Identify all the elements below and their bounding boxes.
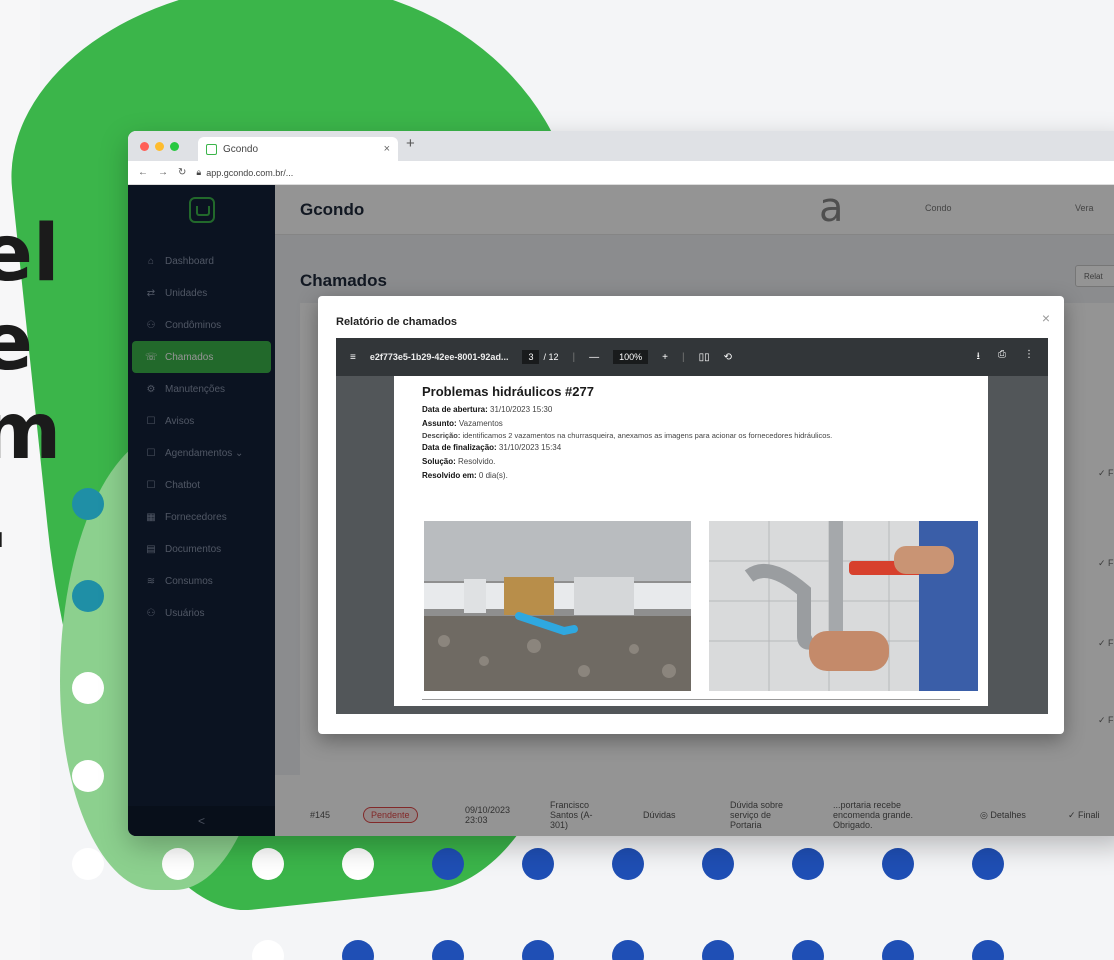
decorative-dot: [72, 760, 104, 792]
decorative-dot: [432, 940, 464, 960]
browser-tab[interactable]: Gcondo ×: [198, 137, 398, 161]
decorative-dot: [882, 940, 914, 960]
tagline-fragments: el e m .: [0, 210, 60, 566]
solution-value: Resolvido.: [458, 457, 496, 466]
pdf-actions: ⭳ ⎙ ⋮: [977, 349, 1035, 366]
subject-line: Assunto: Vazamentos: [422, 417, 960, 431]
page-divider: [422, 699, 960, 700]
maximize-window-button[interactable]: [170, 142, 179, 151]
menu-icon[interactable]: ≡: [350, 352, 356, 363]
description-label: Descrição:: [422, 431, 461, 440]
fit-page-icon[interactable]: ▯▯: [699, 352, 710, 363]
plumber-repair-photo: [709, 521, 978, 691]
resolved-line: Resolvido em: 0 dia(s).: [422, 469, 960, 483]
modal-title: Relatório de chamados: [336, 316, 458, 328]
decorative-dot: [882, 848, 914, 880]
lock-icon: 🔒︎: [196, 167, 202, 177]
tagline-line-1: el: [0, 210, 60, 299]
closed-label: Data de finalização:: [422, 443, 497, 452]
page-count: / 12: [543, 352, 559, 362]
rotate-icon[interactable]: ⟲: [724, 352, 732, 363]
decorative-dot: [72, 848, 104, 880]
toolbar-divider: |: [681, 351, 685, 363]
opened-label: Data de abertura:: [422, 405, 488, 414]
pipe-leak-photo: [424, 521, 691, 691]
decorative-dot: [72, 672, 104, 704]
decorative-dot: [702, 940, 734, 960]
page-number-input[interactable]: 3: [522, 350, 540, 364]
decorative-dot: [612, 940, 644, 960]
decorative-dot: [162, 848, 194, 880]
url-text: app.gcondo.com.br/...: [206, 167, 294, 178]
description-value: identificamos 2 vazamentos na churrasque…: [462, 431, 833, 440]
close-window-button[interactable]: [140, 142, 149, 151]
resolved-value: 0 dia(s).: [478, 471, 508, 480]
tagline-line-4: .: [0, 477, 60, 566]
decorative-dot: [522, 940, 554, 960]
decorative-dot: [972, 848, 1004, 880]
tagline-line-3: m: [0, 387, 60, 477]
decorative-dot: [72, 580, 104, 612]
decorative-dot: [342, 848, 374, 880]
zoom-in-button[interactable]: +: [662, 352, 668, 363]
back-icon[interactable]: ←: [138, 167, 148, 178]
zoom-out-button[interactable]: —: [589, 352, 599, 363]
pdf-filename: e2f773e5-1b29-42ee-8001-92ad...: [369, 352, 509, 362]
pdf-page: Problemas hidráulicos #277 Data de abert…: [394, 376, 988, 706]
decorative-dot: [432, 848, 464, 880]
pdf-toolbar: ≡ e2f773e5-1b29-42ee-8001-92ad... 3 / 12…: [336, 338, 1048, 376]
download-icon[interactable]: ⭳: [977, 349, 981, 366]
opened-line: Data de abertura: 31/10/2023 15:30: [422, 403, 960, 417]
forward-icon[interactable]: →: [158, 167, 168, 178]
print-icon[interactable]: ⎙: [998, 349, 1006, 366]
zoom-level[interactable]: 100%: [613, 350, 649, 364]
address-bar: ← → ↻ 🔒︎ app.gcondo.com.br/...: [128, 161, 1114, 185]
close-icon[interactable]: ×: [1042, 310, 1050, 326]
gcondo-favicon-icon: [206, 143, 217, 155]
reload-icon[interactable]: ↻: [178, 167, 186, 178]
decorative-dot: [792, 940, 824, 960]
new-tab-button[interactable]: +: [406, 135, 415, 161]
decorative-dot: [972, 940, 1004, 960]
decorative-dot: [342, 940, 374, 960]
pdf-viewer: ≡ e2f773e5-1b29-42ee-8001-92ad... 3 / 12…: [336, 338, 1048, 714]
opened-value: 31/10/2023 15:30: [490, 405, 553, 414]
window-controls: [140, 142, 179, 151]
url-field[interactable]: 🔒︎ app.gcondo.com.br/...: [196, 167, 293, 178]
subject-value: Vazamentos: [458, 419, 503, 428]
report-heading: Problemas hidráulicos #277: [422, 384, 594, 399]
decorative-dot: [702, 848, 734, 880]
tab-title: Gcondo: [223, 143, 259, 155]
decorative-dot: [252, 848, 284, 880]
decorative-dot: [612, 848, 644, 880]
minimize-window-button[interactable]: [155, 142, 164, 151]
tab-close-icon[interactable]: ×: [384, 143, 390, 155]
tagline-line-2: e: [0, 298, 33, 388]
toolbar-divider: |: [572, 351, 576, 363]
solution-label: Solução:: [422, 457, 456, 466]
tab-bar: Gcondo × +: [128, 131, 1114, 161]
resolved-label: Resolvido em:: [422, 471, 477, 480]
decorative-dot: [522, 848, 554, 880]
closed-line: Data de finalização: 31/10/2023 15:34: [422, 441, 960, 455]
report-modal: Relatório de chamados × ≡ e2f773e5-1b29-…: [318, 296, 1064, 734]
decorative-dot: [72, 488, 104, 520]
subject-label: Assunto:: [422, 419, 457, 428]
solution-line: Solução: Resolvido.: [422, 455, 960, 469]
more-options-icon[interactable]: ⋮: [1024, 349, 1034, 366]
decorative-dot: [792, 848, 824, 880]
closed-value: 31/10/2023 15:34: [498, 443, 562, 452]
decorative-dot: [252, 940, 284, 960]
description-line: Descrição: identificamos 2 vazamentos na…: [422, 431, 960, 441]
